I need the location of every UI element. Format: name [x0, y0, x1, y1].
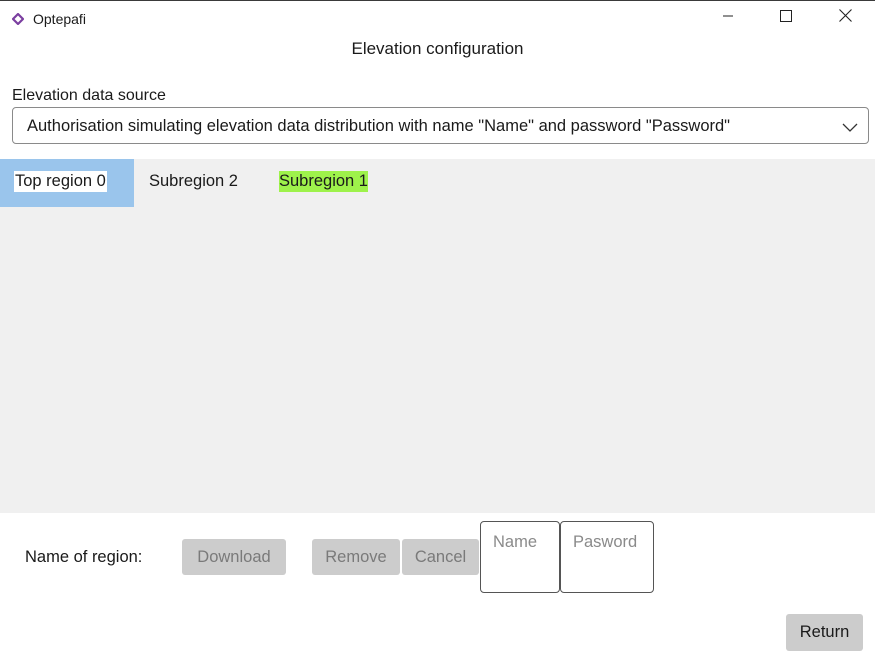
- region-item-subregion-2[interactable]: Subregion 2: [140, 159, 260, 207]
- region-name-label: Name of region:: [25, 548, 143, 566]
- maximize-button[interactable]: [763, 1, 809, 35]
- region-tree-panel[interactable]: Top region 0 Subregion 2 Subregion 1: [0, 159, 875, 513]
- elevation-source-value: Authorisation simulating elevation data …: [27, 117, 731, 135]
- elevation-source-dropdown[interactable]: Authorisation simulating elevation data …: [12, 107, 869, 144]
- password-placeholder: Pasword: [573, 533, 638, 551]
- region-label: Subregion 1: [279, 171, 368, 192]
- return-button[interactable]: Return: [786, 614, 863, 651]
- region-label: Subregion 2: [149, 172, 238, 190]
- maximize-icon: [780, 9, 792, 27]
- close-button[interactable]: [822, 1, 868, 35]
- cancel-button[interactable]: Cancel: [402, 539, 479, 575]
- app-name: Optepafi: [33, 11, 86, 27]
- minimize-icon: [722, 9, 734, 27]
- name-placeholder: Name: [493, 533, 538, 551]
- minimize-button[interactable]: [705, 1, 751, 35]
- dialog-title: Elevation configuration: [351, 39, 524, 58]
- bottom-action-bar: Name of region: Download Remove Cancel N…: [0, 513, 875, 662]
- region-item-subregion-1[interactable]: Subregion 1: [270, 159, 390, 207]
- name-field[interactable]: Name: [480, 521, 560, 593]
- chevron-down-icon: [842, 120, 858, 132]
- optepafi-logo-icon: [11, 12, 25, 26]
- remove-button[interactable]: Remove: [312, 539, 400, 575]
- close-icon: [838, 9, 852, 27]
- region-label: Top region 0: [14, 171, 107, 192]
- download-button[interactable]: Download: [182, 539, 286, 575]
- password-field[interactable]: Pasword: [560, 521, 654, 593]
- title-bar[interactable]: Optepafi: [0, 1, 875, 35]
- elevation-source-label: Elevation data source: [12, 87, 166, 104]
- region-item-top-region-0[interactable]: Top region 0: [0, 159, 134, 207]
